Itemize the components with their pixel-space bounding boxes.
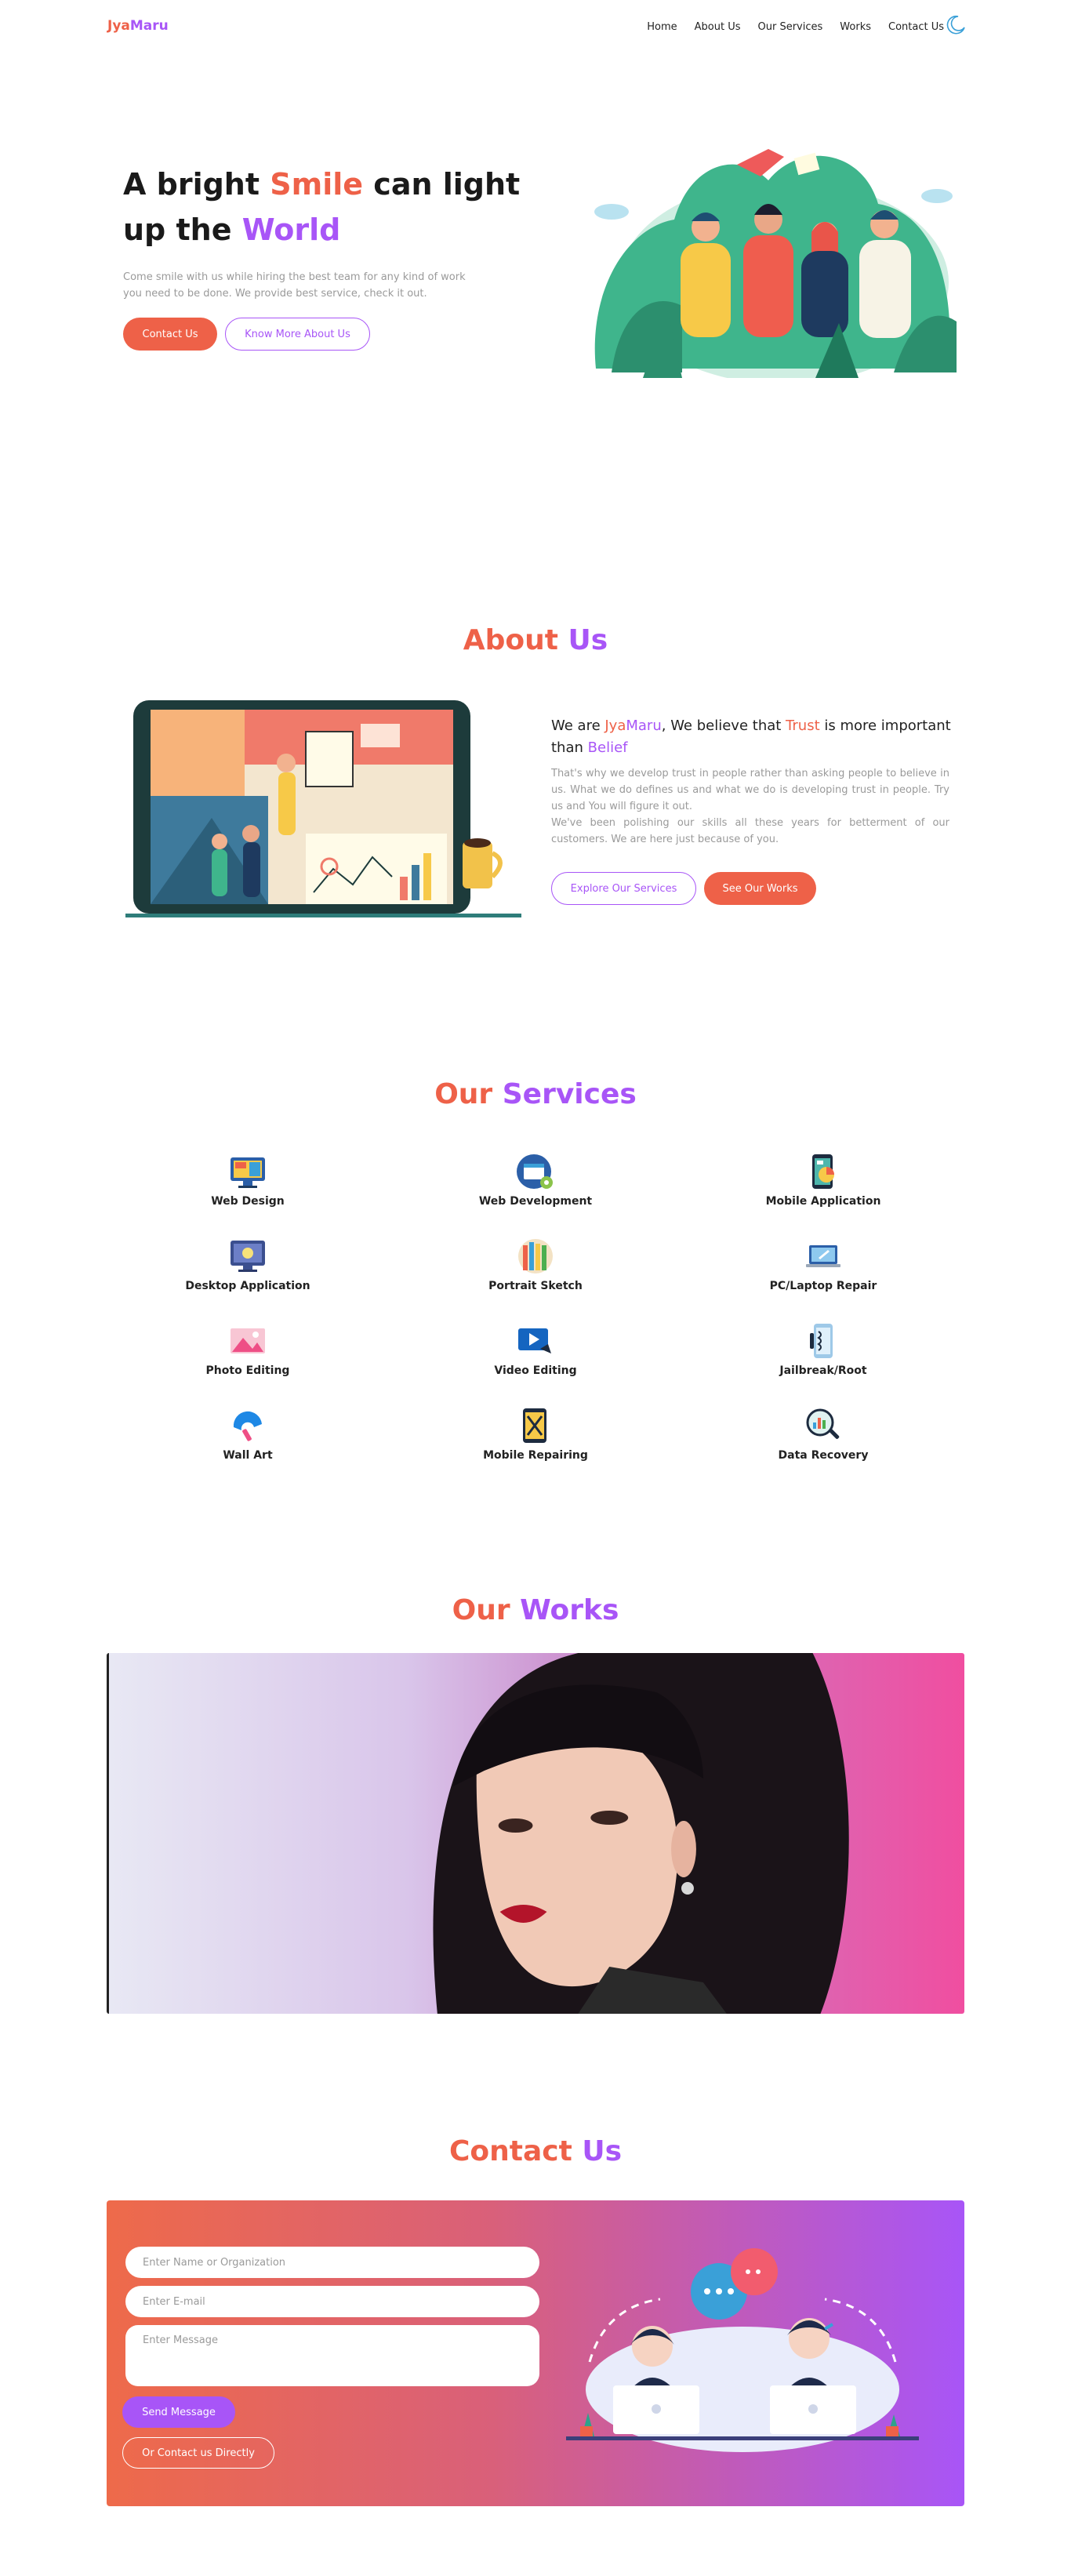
service-label: Data Recovery [778,1449,869,1462]
service-label: Video Editing [494,1364,577,1377]
message-field[interactable]: Enter Message [125,2325,539,2386]
web-development-icon [517,1154,553,1189]
jailbreak-icon [810,1324,833,1358]
brand-part-1: Jya [107,18,130,34]
send-message-button[interactable]: Send Message [122,2396,235,2428]
about-illustration [125,700,521,917]
portrait-sketch-icon [518,1239,553,1273]
service-photo-editing[interactable]: Photo Editing [130,1322,365,1377]
works-title: Our Works [0,1594,1071,1626]
hero-illustration [594,149,957,378]
service-mobile-repairing[interactable]: Mobile Repairing [418,1407,653,1462]
contact-title-part-2: Us [582,2135,623,2167]
service-jailbreak[interactable]: Jailbreak/Root [706,1322,941,1377]
desktop-application-icon [231,1241,265,1272]
services-title-part-1: Our [434,1078,503,1110]
data-recovery-icon [806,1408,840,1439]
about-heading-trust: Trust [786,718,820,734]
laptop-repair-icon [806,1245,840,1267]
service-label: Desktop Application [185,1280,310,1292]
service-label: Portrait Sketch [488,1280,583,1292]
about-heading-text-2: , We believe that [661,718,786,734]
about-heading-brand-2: Maru [626,718,662,734]
mobile-application-icon [812,1154,834,1189]
about-title-part-2: Us [568,624,608,656]
about-heading-text-1: We are [551,718,605,734]
service-label: Web Development [478,1195,593,1208]
nav-works[interactable]: Works [840,21,871,33]
service-data-recovery[interactable]: Data Recovery [706,1407,941,1462]
hero-title-text-1: A bright [123,167,270,202]
photo-editing-icon [231,1328,265,1353]
about-body: That's why we develop trust in people ra… [551,765,949,848]
service-label: Wall Art [223,1449,273,1462]
works-showcase-image[interactable] [107,1653,964,2014]
service-portrait-sketch[interactable]: Portrait Sketch [418,1237,653,1292]
contact-title-part-1: Contact [448,2135,583,2167]
name-field[interactable]: Enter Name or Organization [125,2247,539,2278]
mobile-repairing-icon [523,1408,546,1443]
about-heading-brand-1: Jya [604,718,626,734]
hero-title: A bright Smile can light up the World [123,162,531,253]
service-label: Web Design [211,1195,285,1208]
hero-title-text-3: up the [123,213,242,247]
brand-logo[interactable]: JyaMaru [107,18,169,34]
service-label: Photo Editing [205,1364,290,1377]
about-heading: We are JyaMaru, We believe that Trust is… [551,715,951,759]
service-label: Mobile Application [765,1195,881,1208]
hero-subtitle: Come smile with us while hiring the best… [123,271,466,300]
service-web-design[interactable]: Web Design [130,1153,365,1208]
contact-support-illustration [566,2248,919,2452]
see-works-button[interactable]: See Our Works [704,872,816,905]
about-paragraph-2: We've been polishing our skills all thes… [551,817,949,845]
nav-about[interactable]: About Us [695,21,741,33]
main-nav: Home About Us Our Services Works Contact… [647,21,944,33]
brand-part-2: Maru [129,18,169,34]
service-wall-art[interactable]: Wall Art [130,1407,365,1462]
video-editing-icon [518,1328,551,1353]
moon-icon[interactable] [946,14,966,35]
web-design-icon [231,1157,265,1188]
contact-directly-button[interactable]: Or Contact us Directly [122,2437,274,2469]
explore-services-button[interactable]: Explore Our Services [551,872,696,905]
about-title-part-1: About [463,624,568,656]
service-web-development[interactable]: Web Development [418,1153,653,1208]
hero-title-text-2: can light [363,167,521,202]
works-title-part-1: Our [452,1594,521,1626]
service-label: Jailbreak/Root [779,1364,867,1377]
service-mobile-application[interactable]: Mobile Application [706,1153,941,1208]
works-title-part-2: Works [520,1594,619,1626]
service-label: Mobile Repairing [483,1449,588,1462]
contact-title: Contact Us [0,2135,1071,2167]
about-heading-belief: Belief [587,739,628,756]
service-label: PC/Laptop Repair [769,1280,877,1292]
wall-art-icon [233,1411,262,1441]
nav-contact[interactable]: Contact Us [888,21,944,33]
service-laptop-repair[interactable]: PC/Laptop Repair [706,1237,941,1292]
about-title: About Us [0,624,1071,656]
service-desktop-application[interactable]: Desktop Application [130,1237,365,1292]
hero-title-smile: Smile [270,167,364,202]
nav-home[interactable]: Home [647,21,677,33]
email-field[interactable]: Enter E-mail [125,2286,539,2317]
nav-services[interactable]: Our Services [758,21,823,33]
services-title-part-2: Services [502,1078,637,1110]
about-paragraph-1: That's why we develop trust in people ra… [551,768,949,812]
services-title: Our Services [0,1078,1071,1110]
hero-contact-button[interactable]: Contact Us [123,318,217,351]
hero-about-button[interactable]: Know More About Us [225,318,370,351]
service-video-editing[interactable]: Video Editing [418,1322,653,1377]
hero-title-world: World [241,213,341,247]
